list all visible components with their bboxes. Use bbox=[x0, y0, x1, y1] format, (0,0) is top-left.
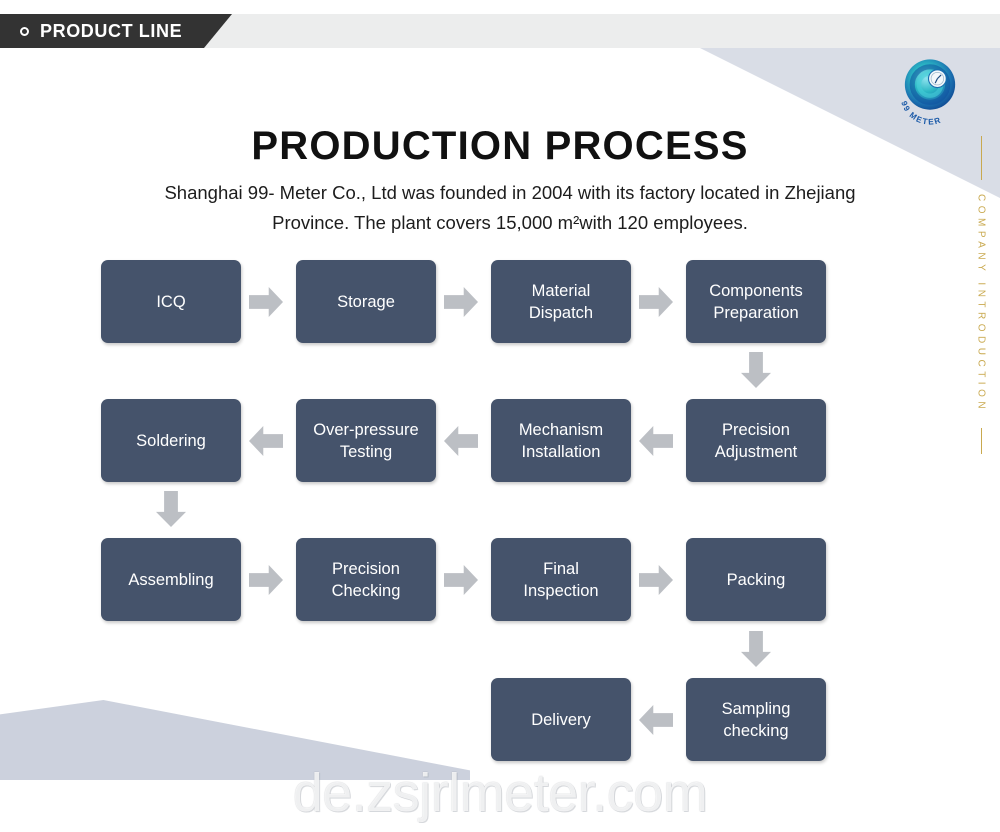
arrow-right-icon bbox=[444, 287, 478, 317]
process-node: Storage bbox=[296, 260, 436, 343]
arrow-left-icon bbox=[249, 426, 283, 456]
process-node: Sampling checking bbox=[686, 678, 826, 761]
arrow-down-icon bbox=[741, 631, 771, 667]
arrow-right-icon bbox=[249, 565, 283, 595]
process-node: Material Dispatch bbox=[491, 260, 631, 343]
arrow-down-icon bbox=[156, 491, 186, 527]
process-node: Mechanism Installation bbox=[491, 399, 631, 482]
production-process-flowchart: ICQ Storage Material Dispatch Components Prep… bbox=[0, 0, 1000, 832]
process-node: Components Preparation bbox=[686, 260, 826, 343]
arrow-left-icon bbox=[639, 705, 673, 735]
process-node: Precision Adjustment bbox=[686, 399, 826, 482]
process-node: Over-pressure Testing bbox=[296, 399, 436, 482]
arrow-right-icon bbox=[639, 287, 673, 317]
process-node: Assembling bbox=[101, 538, 241, 621]
process-node: Final Inspection bbox=[491, 538, 631, 621]
process-node: Delivery bbox=[491, 678, 631, 761]
process-node: Packing bbox=[686, 538, 826, 621]
arrow-right-icon bbox=[444, 565, 478, 595]
process-node: Precision Checking bbox=[296, 538, 436, 621]
arrow-right-icon bbox=[639, 565, 673, 595]
arrow-right-icon bbox=[249, 287, 283, 317]
process-node: ICQ bbox=[101, 260, 241, 343]
arrow-left-icon bbox=[639, 426, 673, 456]
page-root: PRODUCT LINE 99 METER COMPANY INTRODUCTI… bbox=[0, 0, 1000, 832]
process-node: Soldering bbox=[101, 399, 241, 482]
arrow-down-icon bbox=[741, 352, 771, 388]
arrow-left-icon bbox=[444, 426, 478, 456]
